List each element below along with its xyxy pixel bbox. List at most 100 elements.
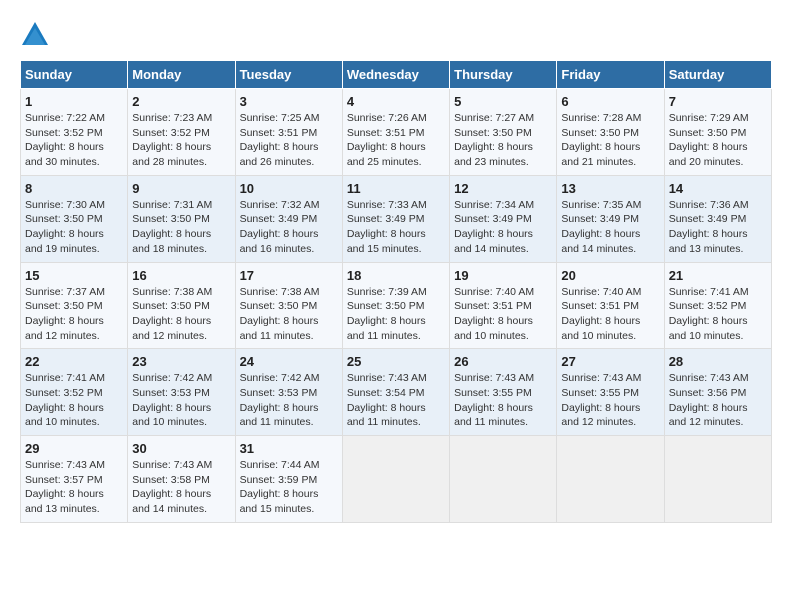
day-info: Sunrise: 7:41 AMSunset: 3:52 PMDaylight:… <box>669 286 749 342</box>
day-number: 29 <box>25 441 123 456</box>
day-info: Sunrise: 7:33 AMSunset: 3:49 PMDaylight:… <box>347 199 427 255</box>
day-cell-23: 23 Sunrise: 7:42 AMSunset: 3:53 PMDaylig… <box>128 349 235 436</box>
day-info: Sunrise: 7:34 AMSunset: 3:49 PMDaylight:… <box>454 199 534 255</box>
empty-day-cell <box>557 436 664 523</box>
weekday-header-tuesday: Tuesday <box>235 61 342 89</box>
day-number: 16 <box>132 268 230 283</box>
weekday-header-wednesday: Wednesday <box>342 61 449 89</box>
day-number: 30 <box>132 441 230 456</box>
day-cell-27: 27 Sunrise: 7:43 AMSunset: 3:55 PMDaylig… <box>557 349 664 436</box>
weekday-header-sunday: Sunday <box>21 61 128 89</box>
day-number: 17 <box>240 268 338 283</box>
day-cell-18: 18 Sunrise: 7:39 AMSunset: 3:50 PMDaylig… <box>342 262 449 349</box>
day-info: Sunrise: 7:37 AMSunset: 3:50 PMDaylight:… <box>25 286 105 342</box>
day-cell-17: 17 Sunrise: 7:38 AMSunset: 3:50 PMDaylig… <box>235 262 342 349</box>
day-cell-15: 15 Sunrise: 7:37 AMSunset: 3:50 PMDaylig… <box>21 262 128 349</box>
day-number: 5 <box>454 94 552 109</box>
calendar-week-row: 15 Sunrise: 7:37 AMSunset: 3:50 PMDaylig… <box>21 262 772 349</box>
day-number: 6 <box>561 94 659 109</box>
day-number: 21 <box>669 268 767 283</box>
day-info: Sunrise: 7:26 AMSunset: 3:51 PMDaylight:… <box>347 112 427 168</box>
day-number: 20 <box>561 268 659 283</box>
day-number: 31 <box>240 441 338 456</box>
day-number: 1 <box>25 94 123 109</box>
day-cell-12: 12 Sunrise: 7:34 AMSunset: 3:49 PMDaylig… <box>450 175 557 262</box>
day-cell-24: 24 Sunrise: 7:42 AMSunset: 3:53 PMDaylig… <box>235 349 342 436</box>
day-cell-31: 31 Sunrise: 7:44 AMSunset: 3:59 PMDaylig… <box>235 436 342 523</box>
day-info: Sunrise: 7:43 AMSunset: 3:58 PMDaylight:… <box>132 459 212 515</box>
day-cell-26: 26 Sunrise: 7:43 AMSunset: 3:55 PMDaylig… <box>450 349 557 436</box>
day-cell-5: 5 Sunrise: 7:27 AMSunset: 3:50 PMDayligh… <box>450 89 557 176</box>
day-number: 15 <box>25 268 123 283</box>
day-info: Sunrise: 7:31 AMSunset: 3:50 PMDaylight:… <box>132 199 212 255</box>
day-number: 4 <box>347 94 445 109</box>
day-cell-7: 7 Sunrise: 7:29 AMSunset: 3:50 PMDayligh… <box>664 89 771 176</box>
empty-day-cell <box>342 436 449 523</box>
day-number: 19 <box>454 268 552 283</box>
day-number: 23 <box>132 354 230 369</box>
day-info: Sunrise: 7:29 AMSunset: 3:50 PMDaylight:… <box>669 112 749 168</box>
day-number: 24 <box>240 354 338 369</box>
day-info: Sunrise: 7:40 AMSunset: 3:51 PMDaylight:… <box>561 286 641 342</box>
day-cell-9: 9 Sunrise: 7:31 AMSunset: 3:50 PMDayligh… <box>128 175 235 262</box>
weekday-header-thursday: Thursday <box>450 61 557 89</box>
day-number: 13 <box>561 181 659 196</box>
calendar-week-row: 8 Sunrise: 7:30 AMSunset: 3:50 PMDayligh… <box>21 175 772 262</box>
day-cell-6: 6 Sunrise: 7:28 AMSunset: 3:50 PMDayligh… <box>557 89 664 176</box>
day-cell-21: 21 Sunrise: 7:41 AMSunset: 3:52 PMDaylig… <box>664 262 771 349</box>
day-number: 28 <box>669 354 767 369</box>
weekday-header-friday: Friday <box>557 61 664 89</box>
day-number: 3 <box>240 94 338 109</box>
day-info: Sunrise: 7:39 AMSunset: 3:50 PMDaylight:… <box>347 286 427 342</box>
day-number: 27 <box>561 354 659 369</box>
day-number: 8 <box>25 181 123 196</box>
day-info: Sunrise: 7:28 AMSunset: 3:50 PMDaylight:… <box>561 112 641 168</box>
day-info: Sunrise: 7:43 AMSunset: 3:57 PMDaylight:… <box>25 459 105 515</box>
day-cell-8: 8 Sunrise: 7:30 AMSunset: 3:50 PMDayligh… <box>21 175 128 262</box>
day-info: Sunrise: 7:25 AMSunset: 3:51 PMDaylight:… <box>240 112 320 168</box>
weekday-header-saturday: Saturday <box>664 61 771 89</box>
day-cell-28: 28 Sunrise: 7:43 AMSunset: 3:56 PMDaylig… <box>664 349 771 436</box>
day-cell-4: 4 Sunrise: 7:26 AMSunset: 3:51 PMDayligh… <box>342 89 449 176</box>
calendar-week-row: 29 Sunrise: 7:43 AMSunset: 3:57 PMDaylig… <box>21 436 772 523</box>
empty-day-cell <box>450 436 557 523</box>
day-info: Sunrise: 7:27 AMSunset: 3:50 PMDaylight:… <box>454 112 534 168</box>
day-cell-13: 13 Sunrise: 7:35 AMSunset: 3:49 PMDaylig… <box>557 175 664 262</box>
calendar-week-row: 22 Sunrise: 7:41 AMSunset: 3:52 PMDaylig… <box>21 349 772 436</box>
day-cell-19: 19 Sunrise: 7:40 AMSunset: 3:51 PMDaylig… <box>450 262 557 349</box>
day-info: Sunrise: 7:41 AMSunset: 3:52 PMDaylight:… <box>25 372 105 428</box>
day-info: Sunrise: 7:32 AMSunset: 3:49 PMDaylight:… <box>240 199 320 255</box>
day-cell-10: 10 Sunrise: 7:32 AMSunset: 3:49 PMDaylig… <box>235 175 342 262</box>
day-number: 10 <box>240 181 338 196</box>
day-number: 2 <box>132 94 230 109</box>
logo-icon <box>20 20 50 50</box>
day-info: Sunrise: 7:35 AMSunset: 3:49 PMDaylight:… <box>561 199 641 255</box>
weekday-header-row: SundayMondayTuesdayWednesdayThursdayFrid… <box>21 61 772 89</box>
calendar-week-row: 1 Sunrise: 7:22 AMSunset: 3:52 PMDayligh… <box>21 89 772 176</box>
day-info: Sunrise: 7:42 AMSunset: 3:53 PMDaylight:… <box>132 372 212 428</box>
day-number: 26 <box>454 354 552 369</box>
day-info: Sunrise: 7:43 AMSunset: 3:55 PMDaylight:… <box>561 372 641 428</box>
day-cell-20: 20 Sunrise: 7:40 AMSunset: 3:51 PMDaylig… <box>557 262 664 349</box>
logo <box>20 20 55 50</box>
page-header <box>20 20 772 50</box>
day-info: Sunrise: 7:23 AMSunset: 3:52 PMDaylight:… <box>132 112 212 168</box>
day-number: 11 <box>347 181 445 196</box>
day-number: 12 <box>454 181 552 196</box>
day-info: Sunrise: 7:43 AMSunset: 3:54 PMDaylight:… <box>347 372 427 428</box>
day-info: Sunrise: 7:36 AMSunset: 3:49 PMDaylight:… <box>669 199 749 255</box>
day-number: 18 <box>347 268 445 283</box>
day-cell-14: 14 Sunrise: 7:36 AMSunset: 3:49 PMDaylig… <box>664 175 771 262</box>
calendar-table: SundayMondayTuesdayWednesdayThursdayFrid… <box>20 60 772 523</box>
day-info: Sunrise: 7:43 AMSunset: 3:56 PMDaylight:… <box>669 372 749 428</box>
day-number: 22 <box>25 354 123 369</box>
day-cell-3: 3 Sunrise: 7:25 AMSunset: 3:51 PMDayligh… <box>235 89 342 176</box>
day-cell-22: 22 Sunrise: 7:41 AMSunset: 3:52 PMDaylig… <box>21 349 128 436</box>
day-cell-11: 11 Sunrise: 7:33 AMSunset: 3:49 PMDaylig… <box>342 175 449 262</box>
day-cell-2: 2 Sunrise: 7:23 AMSunset: 3:52 PMDayligh… <box>128 89 235 176</box>
day-info: Sunrise: 7:30 AMSunset: 3:50 PMDaylight:… <box>25 199 105 255</box>
day-cell-16: 16 Sunrise: 7:38 AMSunset: 3:50 PMDaylig… <box>128 262 235 349</box>
day-number: 25 <box>347 354 445 369</box>
day-number: 9 <box>132 181 230 196</box>
day-number: 14 <box>669 181 767 196</box>
